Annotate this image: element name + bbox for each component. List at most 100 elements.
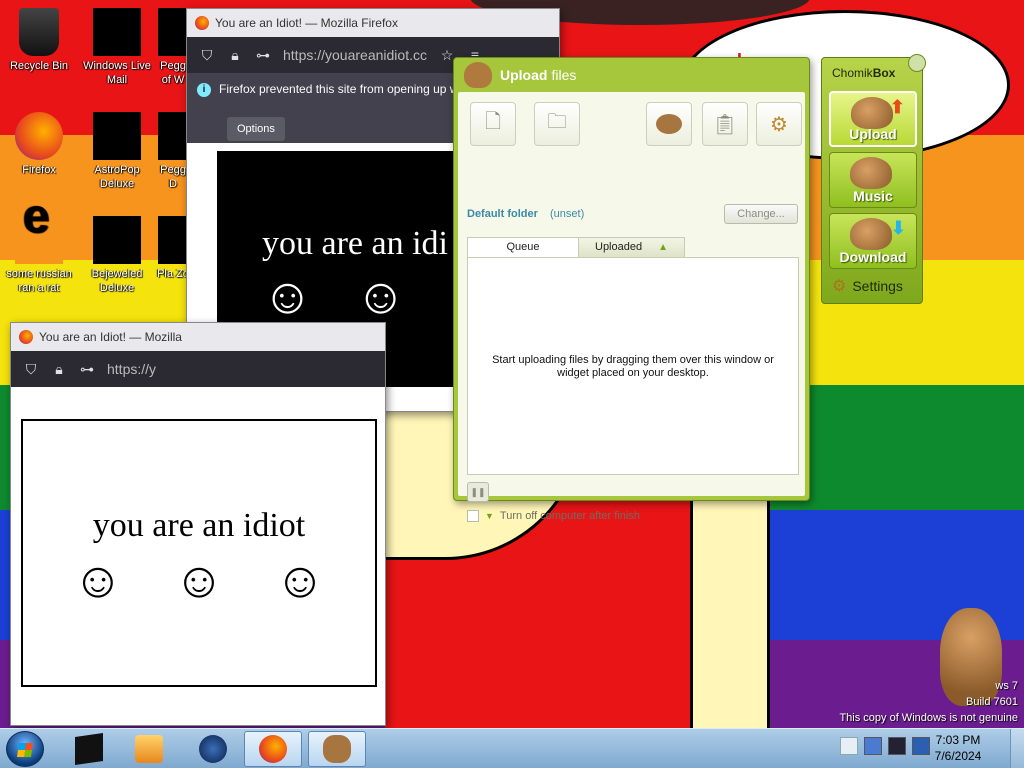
desktop-icon-label: AstroPop Deluxe [94,164,140,190]
gear-icon: ⚙ [770,113,788,136]
url-bar[interactable]: https://y [107,361,156,377]
settings-link[interactable]: ⚙ Settings [832,276,903,296]
astropop-icon [93,112,141,160]
firefox-icon [15,112,63,160]
desktop-icon-astropop[interactable]: AstroPop Deluxe [78,112,156,191]
upload-files-window[interactable]: Upload files 🗋 🗀 📋︎ ⚙ Change... Default … [453,57,810,522]
window-title: You are an Idiot! — Mozilla Firefox [215,16,398,30]
window-titlebar[interactable]: You are an Idiot! — Mozilla Firefox [187,9,559,37]
upload-queue-list[interactable]: Start uploading files by dragging them o… [467,257,799,475]
taskbar-app-explorer[interactable] [60,731,118,767]
options-button[interactable]: Options [227,117,285,141]
download-widget-button[interactable]: ⬇ Download [829,213,917,269]
tab-uploaded[interactable]: Uploaded ▲ [578,237,685,257]
show-desktop-button[interactable] [1010,729,1024,768]
desktop-icon-peggle[interactable]: Pegg of W [156,8,190,87]
upload-widget-button[interactable]: ⬆ Upload [829,91,917,147]
pause-button[interactable]: ❚❚ [467,482,489,502]
shield-icon[interactable]: ⛉ [23,361,39,378]
tab-queue[interactable]: Queue [467,237,579,257]
taskbar-app-firefox[interactable] [244,731,302,767]
music-widget-button[interactable]: Music [829,152,917,208]
folder-icon [75,733,103,765]
chomik-button[interactable] [646,102,692,146]
desktop-icon-peggle-deluxe[interactable]: Pegg D [156,112,190,191]
triangle-up-icon: ▲ [658,242,668,253]
clock-date: 7/6/2024 [934,749,982,763]
peggle-icon [158,8,188,56]
gear-icon: ⚙ [832,278,847,295]
change-folder-button[interactable]: Change... [724,204,798,224]
lock-icon[interactable]: 🔒︎ [51,361,67,378]
desktop-icon-bejeweled[interactable]: Bejeweled Deluxe [78,216,156,295]
start-button[interactable] [6,731,44,767]
clipboard-add-button[interactable]: 📋︎ [702,102,748,146]
chomik-tray-icon[interactable] [864,737,882,755]
smiley-face-icon: ☺ [173,552,225,608]
desktop-icon-recycle-bin[interactable]: Recycle Bin [0,8,78,73]
add-folder-button[interactable]: 🗀 [534,102,580,146]
shield-icon[interactable]: ⛉ [199,47,215,64]
smiley-face-icon: ☺ [274,552,326,608]
taskbar: 7:03 PM 7/6/2024 [0,728,1024,768]
firefox-icon [259,735,287,763]
settings-button[interactable]: ⚙ [756,102,802,146]
show-hidden-icons-icon[interactable] [840,737,858,755]
hamster-icon [851,97,893,129]
network-icon[interactable] [888,737,906,755]
pin-icon[interactable] [908,54,926,72]
taskbar-app-media-player[interactable] [120,731,178,767]
taskbar-app-browser[interactable] [184,731,242,767]
permissions-icon[interactable]: ⊶ [79,361,95,378]
desktop-icon-plants-zombies[interactable]: Pla Zo [156,216,190,281]
desktop-icon-label: Pla Zo [157,268,189,280]
chomik-hamster-icon [323,735,351,763]
system-tray [840,737,930,755]
taskbar-app-chomikbox[interactable] [308,731,366,767]
desktop-icon-label: Pegg D [160,164,186,190]
taskbar-clock[interactable]: 7:03 PM 7/6/2024 [928,732,988,764]
idiot-text: you are an idi [262,225,448,262]
desktop-icon-label: Recycle Bin [9,60,69,72]
smiley-face-icon: ☺ [355,268,407,324]
window-title-bold: Upload [500,67,548,83]
firefox-window-front[interactable]: You are an Idiot! — Mozilla ⛉ 🔒︎ ⊶ https… [10,322,386,726]
desktop-icon-russian-rat[interactable]: some russian ran a rat [0,210,78,295]
window-title: You are an Idiot! — Mozilla [39,330,182,344]
peggle-icon [158,112,188,160]
widget-title: ChomikBox [832,66,895,80]
idiot-text: you are an idiot [92,507,306,544]
bejeweled-icon [93,216,141,264]
download-label: Download [839,249,907,265]
add-file-button[interactable]: 🗋 [470,102,516,146]
info-icon: i [197,83,211,97]
firefox-icon [19,330,33,344]
smiley-face-icon: ☺ [262,268,314,324]
upload-panel: 🗋 🗀 📋︎ ⚙ Change... Default folder (unset… [458,92,805,522]
queue-empty-message: Start uploading files by dragging them o… [492,354,774,379]
lock-icon[interactable]: 🔒︎ [227,47,243,64]
chomikbox-widget[interactable]: ChomikBox ⬆ Upload Music ⬇ Download ⚙ Se… [821,54,926,304]
page-content: you are an idiot ☺ ☺ ☺ [11,387,385,725]
url-bar[interactable]: https://youareanidiot.cc [283,47,427,63]
window-titlebar[interactable]: Upload files [454,58,809,92]
tab-uploaded-label: Uploaded [595,241,643,253]
default-folder-label: Default folder [467,208,538,220]
windows-watermark: ws 7 Build 7601 This copy of Windows is … [839,678,1018,726]
default-folder-value: (unset) [550,208,585,220]
watermark-line: This copy of Windows is not genuine [839,712,1018,724]
clipboard-icon: 📋︎ [712,113,738,136]
media-player-icon [135,735,163,763]
turn-off-checkbox[interactable] [467,510,479,522]
widget-title-bold: Box [872,66,896,80]
desktop-icon-label: Windows Live Mail [83,60,151,86]
desktop-icon-label: some russian ran a rat [6,268,72,294]
desktop-icon-windows-live-mail[interactable]: Windows Live Mail [78,8,156,87]
hamster-icon [850,218,892,250]
window-titlebar[interactable]: You are an Idiot! — Mozilla [11,323,385,351]
permissions-icon[interactable]: ⊶ [255,47,271,64]
hamster-icon [656,114,682,134]
desktop-icon-label: Firefox [22,164,56,176]
turn-off-option: ▼ Turn off computer after finish [467,510,640,522]
desktop-icon-firefox[interactable]: Firefox [0,112,78,177]
